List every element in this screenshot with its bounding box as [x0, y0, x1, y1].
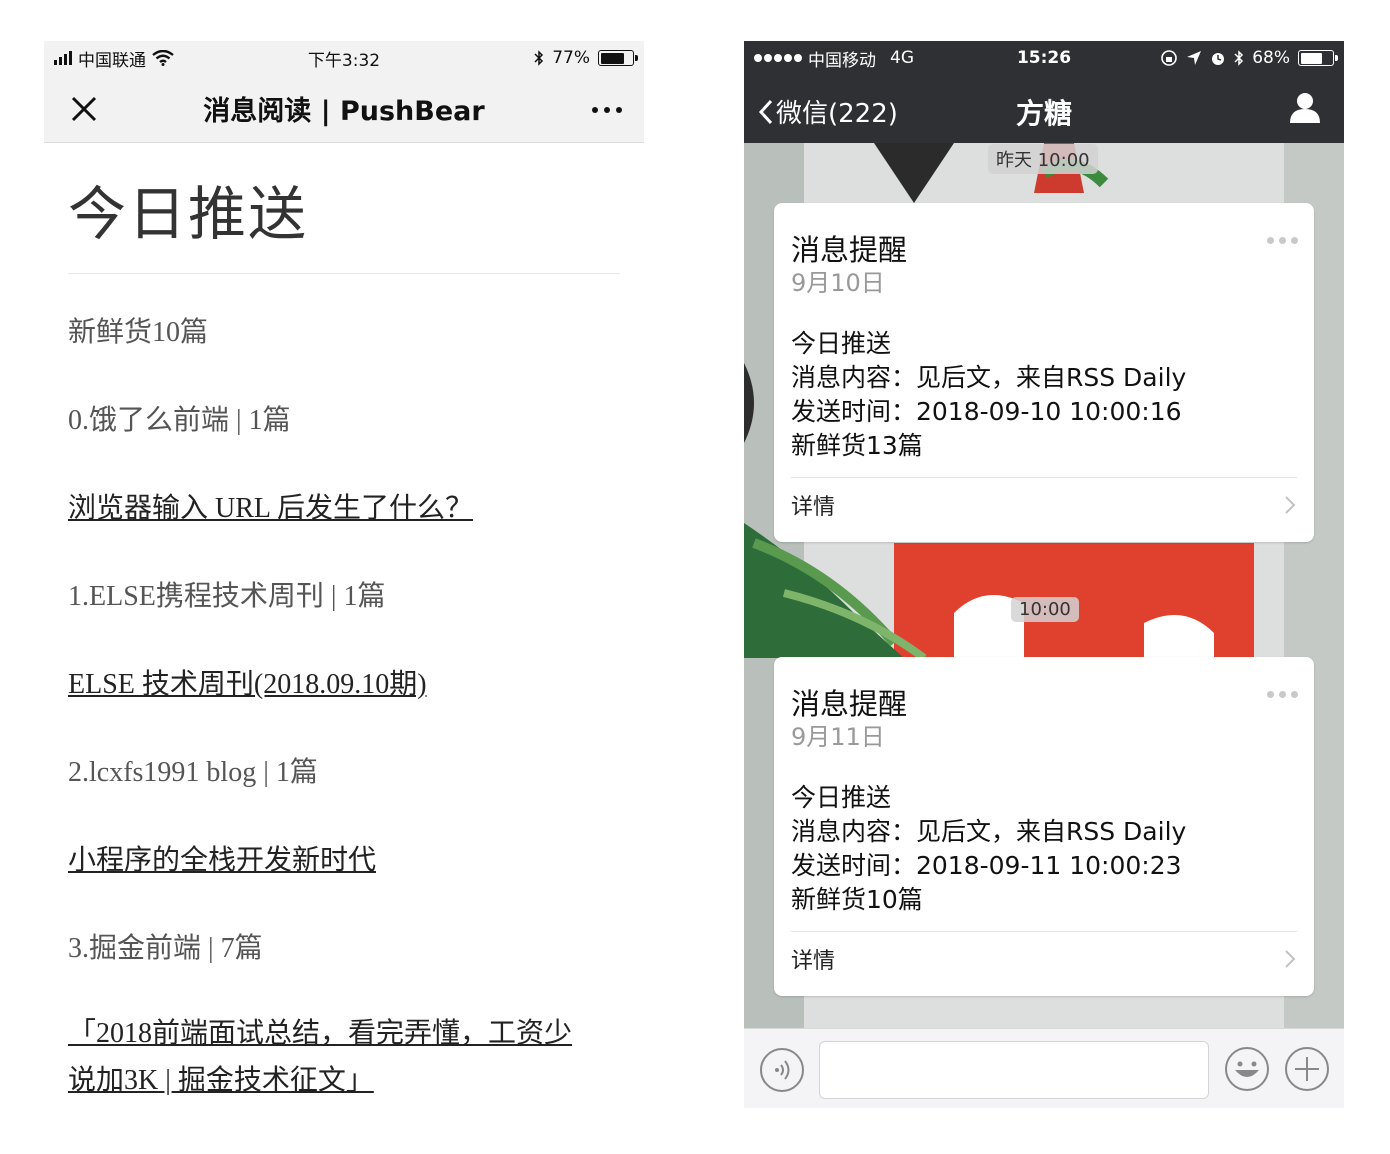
wifi-icon [152, 50, 174, 66]
signal-icon [754, 54, 802, 62]
section-label: 1.ELSE携程技术周刊 | 1篇 [68, 581, 386, 612]
signal-icon [54, 51, 72, 65]
back-button[interactable]: 微信(222) [758, 93, 898, 130]
location-icon [1187, 51, 1202, 65]
card-line: 新鲜货13篇 [791, 431, 923, 460]
close-icon[interactable] [70, 95, 98, 123]
page-title: 消息阅读 | PushBear [203, 96, 485, 127]
wechat-chat-screen: 中国移动 4G 15:26 68% 微信(222) 方糖 昨天 10:00 消息… [744, 41, 1344, 1108]
alarm-icon [1212, 53, 1225, 65]
article-heading: 今日推送 [68, 167, 620, 274]
article-content: 今日推送 新鲜货10篇 0.饿了么前端 | 1篇 浏览器输入 URL 后发生了什… [44, 167, 644, 1104]
chevron-right-icon [1285, 950, 1296, 968]
article-summary: 新鲜货10篇 [68, 317, 209, 348]
card-body: 今日推送 消息内容：见后文，来自RSS Daily 发送时间：2018-09-1… [791, 327, 1186, 463]
message-timestamp: 10:00 [1011, 597, 1079, 622]
more-icon[interactable] [592, 107, 622, 113]
carrier-name: 中国联通 [78, 50, 146, 71]
chevron-right-icon [1285, 496, 1296, 514]
article-link-line: 「2018前端面试总结，看完弄懂，工资少 [68, 1018, 573, 1049]
back-label: 微信(222) [776, 99, 898, 129]
battery-icon [1298, 50, 1338, 66]
status-bar: 中国联通 下午3:32 77% [44, 41, 644, 75]
status-bar: 中国移动 4G 15:26 68% [744, 41, 1344, 75]
chat-input-bar [744, 1028, 1344, 1108]
article-link[interactable]: ELSE 技术周刊(2018.09.10期) [68, 638, 620, 726]
message-timestamp: 昨天 10:00 [988, 144, 1098, 174]
message-card[interactable]: 消息提醒 9月11日 今日推送 消息内容：见后文，来自RSS Daily 发送时… [774, 657, 1314, 996]
article-link[interactable]: 浏览器输入 URL 后发生了什么？ [68, 462, 620, 550]
status-right: 77% [534, 48, 638, 68]
card-divider [791, 477, 1297, 478]
more-icon[interactable] [1267, 691, 1298, 698]
status-right: 68% [1160, 48, 1338, 68]
nav-bar: 消息阅读 | PushBear [44, 75, 644, 143]
voice-input-button[interactable] [760, 1048, 804, 1092]
card-line: 今日推送 [791, 329, 892, 358]
detail-link[interactable]: 详情 [791, 489, 835, 521]
plus-icon[interactable] [1284, 1046, 1330, 1092]
article-link[interactable]: 小程序的全栈开发新时代 [68, 814, 620, 902]
user-profile-icon[interactable] [1288, 91, 1322, 125]
more-icon[interactable] [1267, 237, 1298, 244]
section-label: 0.饿了么前端 | 1篇 [68, 405, 291, 436]
pushbear-reader-screen: 中国联通 下午3:32 77% 消息阅读 | PushBear 今日推送 新鲜货… [44, 41, 644, 1111]
section-label: 2.lcxfs1991 blog | 1篇 [68, 757, 318, 788]
card-date: 9月10日 [791, 269, 885, 297]
card-line: 发送时间：2018-09-10 10:00:16 [791, 397, 1182, 426]
card-line: 消息内容：见后文，来自RSS Daily [791, 817, 1187, 846]
rotation-lock-icon [1161, 50, 1178, 66]
battery-percent: 77% [552, 48, 590, 68]
card-body: 今日推送 消息内容：见后文，来自RSS Daily 发送时间：2018-09-1… [791, 781, 1186, 917]
bluetooth-icon [534, 50, 544, 66]
emoji-icon[interactable] [1224, 1046, 1270, 1092]
section-label: 3.掘金前端 | 7篇 [68, 933, 263, 964]
card-line: 发送时间：2018-09-11 10:00:23 [791, 851, 1182, 880]
battery-icon [598, 50, 638, 66]
carrier-name: 中国移动 [808, 50, 876, 71]
article-link-line: 说加3K | 掘金技术征文」 [68, 1065, 374, 1096]
chevron-left-icon [758, 99, 773, 124]
voice-icon [775, 1060, 790, 1080]
card-line: 消息内容：见后文，来自RSS Daily [791, 363, 1187, 392]
message-input[interactable] [819, 1041, 1209, 1099]
nav-bar: 微信(222) 方糖 [744, 75, 1344, 143]
card-date: 9月11日 [791, 723, 885, 751]
article-link[interactable]: 「2018前端面试总结，看完弄懂，工资少 说加3K | 掘金技术征文」 [68, 990, 620, 1104]
card-line: 今日推送 [791, 783, 892, 812]
battery-percent: 68% [1252, 48, 1290, 68]
message-card[interactable]: 消息提醒 9月10日 今日推送 消息内容：见后文，来自RSS Daily 发送时… [774, 203, 1314, 542]
carrier-info: 中国联通 [54, 46, 174, 71]
detail-link[interactable]: 详情 [791, 943, 835, 975]
bluetooth-icon [1234, 50, 1244, 66]
card-line: 新鲜货10篇 [791, 885, 923, 914]
card-divider [791, 931, 1297, 932]
network-type: 4G [890, 48, 914, 68]
